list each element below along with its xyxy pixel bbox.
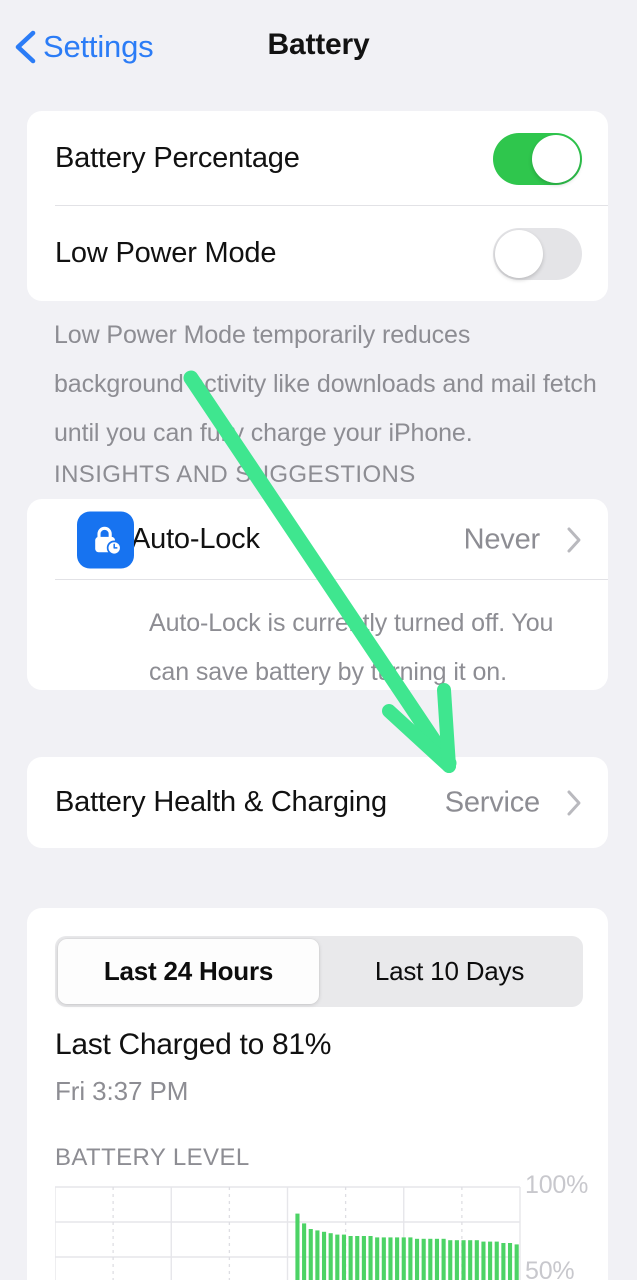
chevron-right-icon bbox=[567, 790, 581, 815]
navigation-bar: Settings Battery bbox=[0, 0, 637, 96]
chevron-right-icon bbox=[567, 527, 581, 552]
battery-settings-screen: Settings Battery Battery Percentage Low … bbox=[0, 0, 637, 1280]
page-title: Battery bbox=[267, 28, 370, 61]
battery-health-card: Battery Health & Charging Service bbox=[27, 757, 608, 848]
tab-last-24-hours[interactable]: Last 24 Hours bbox=[58, 939, 319, 1004]
battery-health-row[interactable]: Battery Health & Charging Service bbox=[27, 757, 608, 848]
time-range-segmented-control[interactable]: Last 24 Hours Last 10 Days bbox=[55, 936, 583, 1007]
low-power-mode-row[interactable]: Low Power Mode bbox=[27, 206, 608, 301]
auto-lock-value: Never bbox=[463, 523, 541, 555]
low-power-mode-toggle[interactable] bbox=[493, 227, 582, 280]
low-power-mode-label: Low Power Mode bbox=[55, 237, 277, 269]
battery-percentage-label: Battery Percentage bbox=[55, 142, 300, 174]
battery-toggles-card: Battery Percentage Low Power Mode bbox=[27, 111, 608, 301]
chart-ytick-100: 100% bbox=[525, 1171, 589, 1199]
battery-level-chart[interactable]: 100% 50% bbox=[55, 1171, 608, 1280]
auto-lock-row[interactable]: Auto-Lock Never bbox=[27, 499, 608, 580]
insights-section-header: INSIGHTS AND SUGGESTIONS bbox=[54, 461, 416, 488]
auto-lock-description: Auto-Lock is currently turned off. You c… bbox=[149, 609, 554, 686]
battery-health-label: Battery Health & Charging bbox=[55, 786, 387, 818]
last-charged-timestamp: Fri 3:37 PM bbox=[55, 1076, 189, 1106]
low-power-mode-description: Low Power Mode temporarily reduces backg… bbox=[54, 321, 597, 447]
toggle-knob bbox=[495, 229, 543, 278]
battery-health-value: Service bbox=[444, 786, 541, 818]
toggle-knob bbox=[532, 134, 580, 183]
battery-level-chart-title: BATTERY LEVEL bbox=[55, 1144, 250, 1171]
row-divider bbox=[55, 579, 608, 580]
battery-percentage-row[interactable]: Battery Percentage bbox=[27, 111, 608, 206]
last-charged-title: Last Charged to 81% bbox=[55, 1028, 332, 1061]
battery-usage-card: Last 24 Hours Last 10 Days Last Charged … bbox=[27, 908, 608, 1280]
auto-lock-card: Auto-Lock Never Auto-Lock is currently t… bbox=[27, 499, 608, 690]
battery-percentage-toggle[interactable] bbox=[493, 132, 582, 185]
chart-ytick-50: 50% bbox=[525, 1257, 575, 1280]
lock-clock-icon bbox=[77, 511, 134, 568]
auto-lock-label: Auto-Lock bbox=[131, 523, 260, 555]
tab-last-10-days[interactable]: Last 10 Days bbox=[319, 939, 580, 1004]
